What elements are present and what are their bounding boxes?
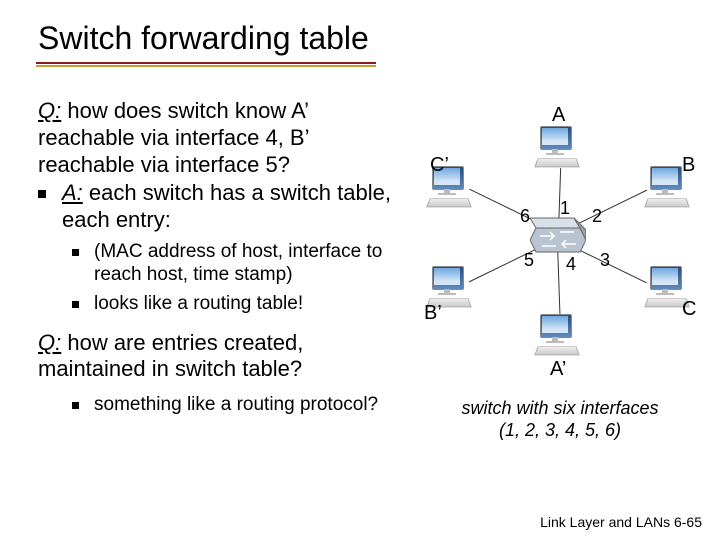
host-a-prime-icon	[536, 314, 580, 354]
port-label-5: 5	[524, 250, 534, 271]
port-label-2: 2	[592, 206, 602, 227]
answer-sub-1: (MAC address of host, interface to reach…	[38, 240, 408, 286]
switch-icon	[530, 216, 586, 256]
host-label-b: B	[682, 154, 695, 177]
q1-label: Q:	[38, 98, 61, 123]
port-label-3: 3	[600, 250, 610, 271]
diagram-caption: switch with six interfaces (1, 2, 3, 4, …	[420, 398, 700, 441]
question-1: Q: how does switch know A’ reachable via…	[38, 98, 408, 178]
host-label-a-prime: A’	[550, 358, 566, 381]
host-label-c-prime: C’	[430, 154, 449, 177]
q2-label: Q:	[38, 330, 61, 355]
a-text: each switch has a switch table, each ent…	[62, 180, 391, 232]
host-label-c: C	[682, 298, 696, 321]
title-underline	[36, 62, 376, 68]
body-text: Q: how does switch know A’ reachable via…	[38, 98, 408, 416]
host-a-icon	[536, 126, 580, 166]
port-label-1: 1	[560, 198, 570, 219]
caption-line1: switch with six interfaces	[461, 398, 658, 418]
page-title: Switch forwarding table	[38, 20, 369, 57]
a-label: A:	[62, 180, 83, 205]
slide-footer: Link Layer and LANs 6-65	[540, 514, 702, 530]
question-2: Q: how are entries created, maintained i…	[38, 330, 408, 384]
port-label-4: 4	[566, 254, 576, 275]
footer-page: 6-65	[670, 514, 702, 530]
q1-text: how does switch know A’ reachable via in…	[38, 98, 309, 177]
host-b-prime-icon	[428, 266, 472, 306]
host-label-a: A	[552, 104, 565, 127]
q2-text: how are entries created, maintained in s…	[38, 330, 303, 382]
footer-section: Link Layer and LANs	[540, 514, 670, 530]
host-label-b-prime: B’	[424, 302, 442, 325]
network-diagram: A B C A’ B’ C’ 1 2 3 4 5 6	[420, 98, 700, 398]
answer-sub-2: looks like a routing table!	[38, 292, 408, 315]
port-label-6: 6	[520, 206, 530, 227]
q2-sub-1: something like a routing protocol?	[38, 393, 408, 416]
answer-bullet: A: each switch has a switch table, each …	[38, 180, 408, 234]
caption-line2: (1, 2, 3, 4, 5, 6)	[499, 420, 621, 440]
